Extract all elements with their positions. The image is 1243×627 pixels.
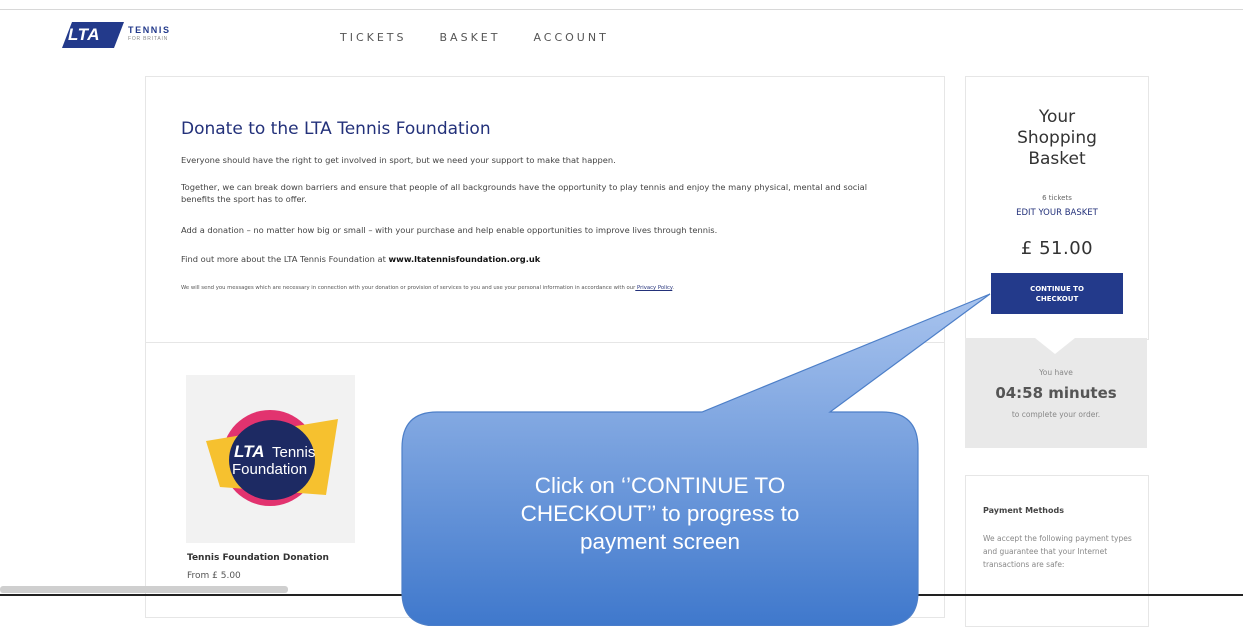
nav-account[interactable]: ACCOUNT [533,31,608,44]
privacy-notice-text: We will send you messages which are nece… [181,285,636,291]
lta-logo-text: LTA [68,25,101,44]
main-nav: TICKETS BASKET ACCOUNT [340,31,609,44]
donate-more-info-text: Find out more about the LTA Tennis Found… [181,254,389,264]
basket-title-line-3: Basket [1028,149,1086,169]
timer-notch [1035,338,1075,354]
payment-methods-title: Payment Methods [983,506,1064,515]
donate-paragraph-4: Find out more about the LTA Tennis Found… [181,253,901,265]
nav-basket[interactable]: BASKET [440,31,501,44]
foundation-logo-foundation: Foundation [232,461,307,478]
basket-title: Your Shopping Basket [966,107,1148,170]
basket-title-line-1: Your [1038,107,1076,127]
continue-to-checkout-button[interactable]: CONTINUE TO CHECKOUT [991,273,1123,314]
basket-title-line-2: Shopping [1017,128,1097,148]
callout-line-2: CHECKOUT’’ to progress to [520,501,800,526]
lta-logo[interactable]: LTA TENNIS FOR BRITAIN [62,22,182,48]
privacy-notice: We will send you messages which are nece… [181,284,901,292]
product-price: From £ 5.00 [187,571,241,581]
checkout-label-line-1: CONTINUE TO [1030,284,1084,293]
horizontal-scrollbar-thumb[interactable] [0,586,288,593]
payment-methods-text: We accept the following payment types an… [983,534,1132,569]
logo-tennis-text: TENNIS [128,25,171,35]
callout-line-1: Click on ‘’CONTINUE TO [534,473,786,498]
shopping-basket-panel: Your Shopping Basket 6 tickets EDIT YOUR… [965,76,1149,340]
privacy-notice-end: . [672,285,674,291]
foundation-logo-lta: LTA [234,442,265,461]
timer-minutes: 04:58 minutes [995,384,1117,402]
donate-paragraph-2: Together, we can break down barriers and… [181,182,868,204]
section-divider [146,342,944,343]
top-rule [0,9,1243,10]
callout-line-3: payment screen [579,529,741,554]
donate-title: Donate to the LTA Tennis Foundation [181,119,491,139]
bottom-rule [0,594,1243,596]
tennis-foundation-image[interactable]: LTA Tennis Foundation [186,375,355,543]
edit-basket-link[interactable]: EDIT YOUR BASKET [966,208,1148,218]
foundation-website-link[interactable]: www.ltatennisfoundation.org.uk [389,254,541,264]
privacy-policy-link[interactable]: Privacy Policy [635,285,672,291]
callout-text: Click on ‘’CONTINUE TO CHECKOUT’’ to pro… [402,472,918,556]
timer-complete-text: to complete your order. [1011,410,1101,419]
donate-paragraph-1: Everyone should have the right to get in… [181,155,616,165]
donate-paragraph-3: Add a donation – no matter how big or sm… [181,225,718,235]
product-title[interactable]: Tennis Foundation Donation [187,553,329,563]
foundation-logo-tennis: Tennis [272,444,315,461]
tennis-foundation-logo-graphic: LTA Tennis Foundation [206,410,338,506]
nav-tickets[interactable]: TICKETS [340,31,407,44]
payment-methods-panel: Payment Methods We accept the following … [965,475,1149,627]
ticket-count: 6 tickets [1042,194,1072,202]
basket-total: £ 51.00 [1020,238,1094,259]
checkout-label-line-2: CHECKOUT [1035,294,1079,303]
logo-for-britain-text: FOR BRITAIN [128,36,169,42]
timer-you-have: You have [1039,368,1073,377]
